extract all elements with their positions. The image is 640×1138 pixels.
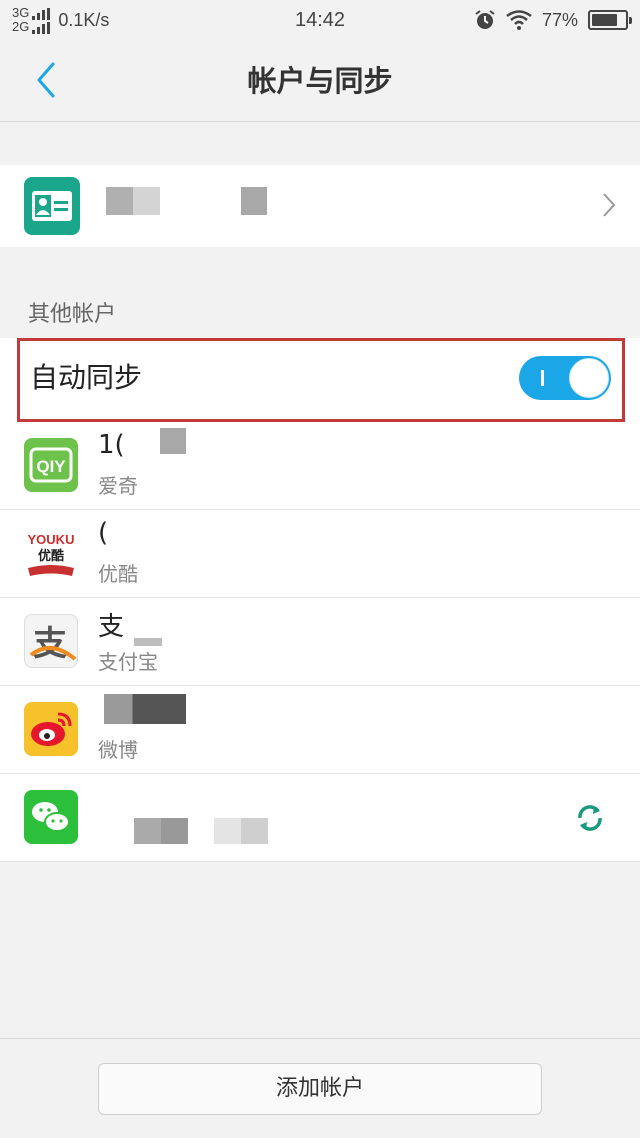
auto-sync-toggle[interactable] <box>519 356 611 400</box>
auto-sync-row: 自动同步 <box>0 338 640 422</box>
battery-fill <box>592 14 617 26</box>
toggle-on-mark <box>541 370 544 386</box>
wifi-icon <box>506 10 532 30</box>
iqiyi-icon: QIY <box>24 438 78 492</box>
alipay-icon: 支 <box>24 614 78 668</box>
account-app-name: 微博 <box>98 738 138 762</box>
account-name: 1( <box>98 430 125 460</box>
account-row-alipay[interactable]: 支 支 支付宝 <box>0 598 640 686</box>
account-list: QIY 1( 爱奇 YOUKU 优酷 ( 优酷 支 支 支付宝 微博 <box>0 422 640 862</box>
network-indicator: 3G 2G <box>12 5 51 34</box>
alipay-logo-char: 支 <box>33 624 67 664</box>
account-name: 支 <box>98 612 125 642</box>
status-right: 77% <box>474 9 632 31</box>
account-row-iqiyi[interactable]: QIY 1( 爱奇 <box>0 422 640 510</box>
youku-logo-cn: 优酷 <box>38 548 64 564</box>
account-app-name: 支付宝 <box>98 650 158 674</box>
redacted-name <box>134 818 188 844</box>
sync-icon[interactable] <box>574 802 606 834</box>
network-speed: 0.1K/s <box>58 9 110 30</box>
network-2g-label: 2G <box>12 19 30 34</box>
chevron-right-icon <box>603 193 616 217</box>
youku-logo-text: YOUKU <box>28 532 75 547</box>
redacted-name <box>241 187 267 215</box>
account-app-name: 爱奇 <box>98 474 138 498</box>
iqiyi-logo-text: QIY <box>36 457 66 476</box>
primary-account-row[interactable] <box>0 165 640 247</box>
battery-percent: 77% <box>541 9 578 30</box>
network-3g-label: 3G <box>12 5 30 20</box>
signal-bars-icon <box>32 22 51 34</box>
status-bar: 3G 2G 0.1K/s 14:42 77% <box>0 0 640 40</box>
status-left: 3G 2G 0.1K/s <box>12 6 109 34</box>
battery-icon <box>588 10 632 30</box>
account-row-wechat[interactable] <box>0 774 640 862</box>
auto-sync-label: 自动同步 <box>30 361 143 394</box>
wechat-icon <box>24 790 78 844</box>
redacted-name <box>134 638 162 646</box>
account-name: ( <box>98 518 109 548</box>
section-header-other-accounts: 其他帐户 <box>28 302 117 327</box>
youku-icon: YOUKU 优酷 <box>24 526 78 580</box>
nav-bar: 帐户与同步 <box>0 40 640 122</box>
page-title: 帐户与同步 <box>247 64 393 98</box>
redacted-name <box>160 428 186 454</box>
bottom-bar: 添加帐户 <box>0 1038 640 1138</box>
alarm-icon <box>475 10 495 29</box>
account-row-youku[interactable]: YOUKU 优酷 ( 优酷 <box>0 510 640 598</box>
redacted-name <box>214 818 268 844</box>
contact-card-icon <box>24 177 80 235</box>
account-app-name: 优酷 <box>98 562 138 586</box>
weibo-icon <box>24 702 78 756</box>
toggle-knob <box>569 358 609 398</box>
redacted-name <box>106 187 160 215</box>
add-account-button[interactable]: 添加帐户 <box>98 1063 542 1115</box>
redacted-name <box>104 694 186 724</box>
account-row-weibo[interactable]: 微博 <box>0 686 640 774</box>
signal-bars-icon <box>32 8 51 20</box>
